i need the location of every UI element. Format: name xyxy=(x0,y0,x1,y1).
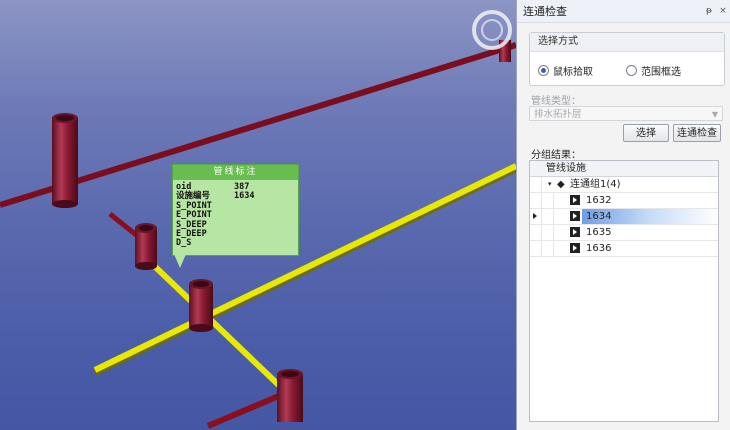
manhole-tall[interactable] xyxy=(52,113,78,208)
pipe-node-icon xyxy=(570,243,580,253)
group-node-icon: ◆ xyxy=(557,179,565,190)
select-button[interactable]: 选择 xyxy=(623,124,669,142)
panel-title: 连通检查 xyxy=(523,5,567,18)
row-pointer-icon xyxy=(533,213,537,219)
selection-mode-group: 选择方式 鼠标拾取 范围框选 xyxy=(529,32,725,86)
tree-header: 管线设施 xyxy=(530,161,718,177)
pipe-node-icon xyxy=(570,211,580,221)
close-icon[interactable]: × xyxy=(716,6,730,16)
pipe-type-select[interactable]: 排水拓扑层 ▼ xyxy=(529,106,723,121)
connectivity-check-button[interactable]: 连通检查 xyxy=(673,124,721,142)
chevron-down-icon: ▼ xyxy=(711,110,718,119)
yellow-pipe-cross[interactable] xyxy=(143,255,289,395)
tree-item-row[interactable]: 1635 xyxy=(530,225,718,241)
popup-tail xyxy=(174,254,186,268)
selection-group-title: 选择方式 xyxy=(530,33,724,52)
3d-viewport[interactable]: 管线标注 oid 387 设施编号 1634 S_POINT E_POINT S_D… xyxy=(0,0,516,430)
radio-range-select[interactable]: 范围框选 xyxy=(626,63,681,78)
tree-item-row[interactable]: 1632 xyxy=(530,193,718,209)
radio-mouse-pick[interactable]: 鼠标拾取 xyxy=(538,63,593,78)
manhole-left[interactable] xyxy=(135,223,157,270)
popup-row: E_DEEP xyxy=(176,229,207,240)
radio-checked-icon xyxy=(538,65,549,76)
popup-row: D_S xyxy=(176,238,192,249)
pipe-type-label: 管线类型： xyxy=(531,96,581,107)
popup-title: 管线标注 xyxy=(173,165,298,180)
attribute-popup: 管线标注 oid 387 设施编号 1634 S_POINT E_POINT S_D… xyxy=(172,164,299,256)
radio-unchecked-icon xyxy=(626,65,637,76)
red-pipe-bottom[interactable] xyxy=(206,389,290,429)
tree-item-row[interactable]: 1636 xyxy=(530,241,718,257)
navigation-compass-icon[interactable] xyxy=(472,10,512,50)
pin-icon[interactable]: ᵽ xyxy=(702,6,716,16)
manhole-bottom[interactable] xyxy=(277,369,303,422)
panel-header: 连通检查 ᵽ × xyxy=(517,0,730,23)
result-tree[interactable]: 管线设施 ▾ ◆ 连通组1(4) 1632 1634 1635 1636 xyxy=(529,160,719,422)
group-label: 连通组1(4) xyxy=(570,179,621,190)
connectivity-check-panel: 连通检查 ᵽ × 选择方式 鼠标拾取 范围框选 管线类型： 排水拓扑层 ▼ 选择… xyxy=(516,0,730,430)
pipe-node-icon xyxy=(570,227,580,237)
collapse-icon[interactable]: ▾ xyxy=(548,177,552,192)
pipe-node-icon xyxy=(570,195,580,205)
tree-item-row-selected[interactable]: 1634 xyxy=(530,209,718,225)
result-label: 分组结果： xyxy=(531,150,581,161)
manhole-center[interactable] xyxy=(189,279,213,332)
tree-group-row[interactable]: ▾ ◆ 连通组1(4) xyxy=(530,177,718,193)
